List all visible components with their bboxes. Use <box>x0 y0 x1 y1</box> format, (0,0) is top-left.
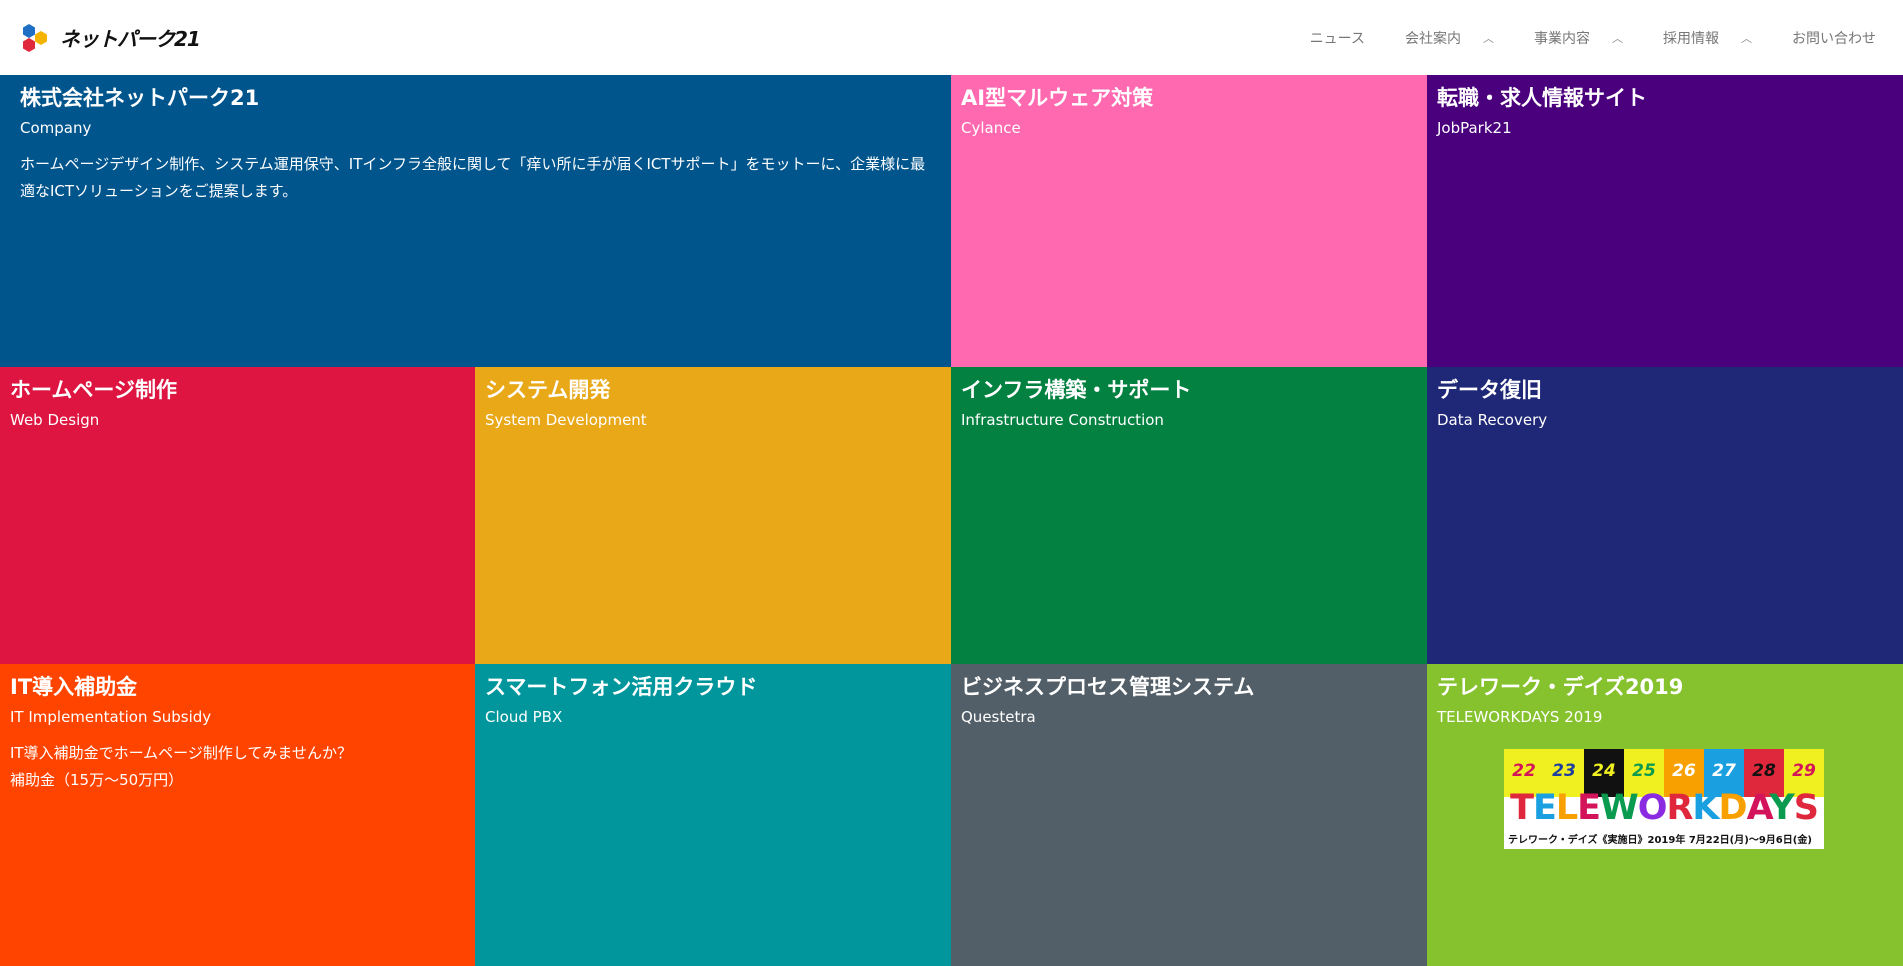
tile-title: スマートフォン活用クラウド <box>485 675 758 699</box>
tile-grid: 株式会社ネットパーク21 Company ホームページデザイン制作、システム運用… <box>0 75 1903 966</box>
nav-contact[interactable]: お問い合わせ <box>1792 28 1876 48</box>
tile-title: AI型マルウェア対策 <box>961 86 1154 110</box>
banner-letter: T <box>1510 788 1534 828</box>
tile-description-line: 補助金（15万〜50万円） <box>10 771 184 790</box>
tile-it-subsidy[interactable]: IT導入補助金 IT Implementation Subsidy IT導入補助… <box>0 664 475 966</box>
main-nav: ニュース 会社案内 ︿ 事業内容 ︿ 採用情報 ︿ お問い合わせ <box>1310 28 1876 48</box>
nav-company-label: 会社案内 <box>1405 30 1461 47</box>
chevron-up-icon[interactable]: ︿ <box>1483 30 1494 46</box>
tile-title: 転職・求人情報サイト <box>1437 86 1647 110</box>
banner-letter: O <box>1637 788 1668 828</box>
nav-company[interactable]: 会社案内 ︿ <box>1405 28 1494 48</box>
site-logo[interactable]: ネットパーク21 <box>20 18 201 58</box>
tile-subtitle: Cloud PBX <box>485 708 563 727</box>
tile-description: ホームページデザイン制作、システム運用保守、ITインフラ全般に関して「痒い所に手… <box>20 155 926 201</box>
banner-letter: K <box>1692 788 1719 828</box>
tile-title: IT導入補助金 <box>10 675 138 699</box>
banner-letter: A <box>1746 788 1771 828</box>
tile-data-recovery[interactable]: データ復旧 Data Recovery <box>1427 367 1903 664</box>
tile-subtitle: Data Recovery <box>1437 411 1548 430</box>
tile-title: 株式会社ネットパーク21 <box>20 86 260 110</box>
tile-description-line: IT導入補助金でホームページ制作してみませんか？ <box>10 744 352 763</box>
banner-wordmark: TELEWORKDAYS <box>1504 791 1824 826</box>
tile-title: システム開発 <box>485 378 611 402</box>
tile-cloud-pbx[interactable]: スマートフォン活用クラウド Cloud PBX <box>475 664 951 966</box>
tile-subtitle: System Development <box>485 411 647 430</box>
banner-caption: テレワーク・デイズ《実施日》2019年 7月22日(月)〜9月6日(金) <box>1508 835 1812 846</box>
tile-infrastructure[interactable]: インフラ構築・サポート Infrastructure Construction <box>951 367 1427 664</box>
banner-letter: D <box>1718 788 1748 828</box>
banner-wordmark-text: TELEWORKDAYS <box>1510 788 1819 828</box>
site-header: ネットパーク21 ニュース 会社案内 ︿ 事業内容 ︿ 採用情報 ︿ お問い合わ… <box>0 0 1903 75</box>
nav-recruit-label: 採用情報 <box>1663 30 1719 47</box>
nav-business-label: 事業内容 <box>1534 30 1590 47</box>
tile-subtitle: Web Design <box>10 411 100 430</box>
tile-teleworkdays[interactable]: テレワーク・デイズ2019 TELEWORKDAYS 2019 22 23 24… <box>1427 664 1903 966</box>
tile-company[interactable]: 株式会社ネットパーク21 Company ホームページデザイン制作、システム運用… <box>0 75 951 367</box>
chevron-up-icon[interactable]: ︿ <box>1741 30 1752 46</box>
tile-subtitle: Questetra <box>961 708 1036 727</box>
tile-questetra[interactable]: ビジネスプロセス管理システム Questetra <box>951 664 1427 966</box>
tile-jobpark[interactable]: 転職・求人情報サイト JobPark21 <box>1427 75 1903 367</box>
tile-cylance[interactable]: AI型マルウェア対策 Cylance <box>951 75 1427 367</box>
tile-title: データ復旧 <box>1437 378 1542 402</box>
tile-description: IT導入補助金でホームページ制作してみませんか？ 補助金（15万〜50万円） <box>10 740 465 794</box>
banner-letter: E <box>1577 788 1601 828</box>
nav-news[interactable]: ニュース <box>1310 28 1365 48</box>
tile-web-design[interactable]: ホームページ制作 Web Design <box>0 367 475 664</box>
logo-hexagons-icon <box>23 23 47 52</box>
banner-letter: S <box>1793 788 1819 828</box>
tile-subtitle: IT Implementation Subsidy <box>10 708 212 727</box>
nav-news-label: ニュース <box>1309 30 1365 47</box>
nav-recruit[interactable]: 採用情報 ︿ <box>1663 28 1752 48</box>
chevron-up-icon[interactable]: ︿ <box>1612 30 1623 46</box>
tile-system-development[interactable]: システム開発 System Development <box>475 367 951 664</box>
tile-title: ホームページ制作 <box>10 378 177 402</box>
tile-subtitle: Cylance <box>961 119 1021 138</box>
tile-title: インフラ構築・サポート <box>961 378 1192 402</box>
tile-subtitle: TELEWORKDAYS 2019 <box>1437 708 1603 727</box>
tile-subtitle: JobPark21 <box>1437 119 1512 138</box>
banner-letter: W <box>1600 788 1639 828</box>
tile-subtitle: Infrastructure Construction <box>961 411 1164 430</box>
tile-title: テレワーク・デイズ2019 <box>1437 675 1684 699</box>
logo-text: ネットパーク21 <box>60 27 201 51</box>
banner-letter: E <box>1532 788 1557 828</box>
tile-title: ビジネスプロセス管理システム <box>961 675 1255 699</box>
banner-letter: Y <box>1769 788 1794 828</box>
nav-business[interactable]: 事業内容 ︿ <box>1534 28 1623 48</box>
tile-subtitle: Company <box>20 119 92 138</box>
nav-contact-label: お問い合わせ <box>1792 30 1876 47</box>
banner-letter: L <box>1555 788 1578 828</box>
teleworkdays-banner[interactable]: 22 23 24 25 26 27 28 29 TELEWORKDAYS テレワ… <box>1504 749 1824 849</box>
banner-letter: R <box>1666 788 1693 828</box>
